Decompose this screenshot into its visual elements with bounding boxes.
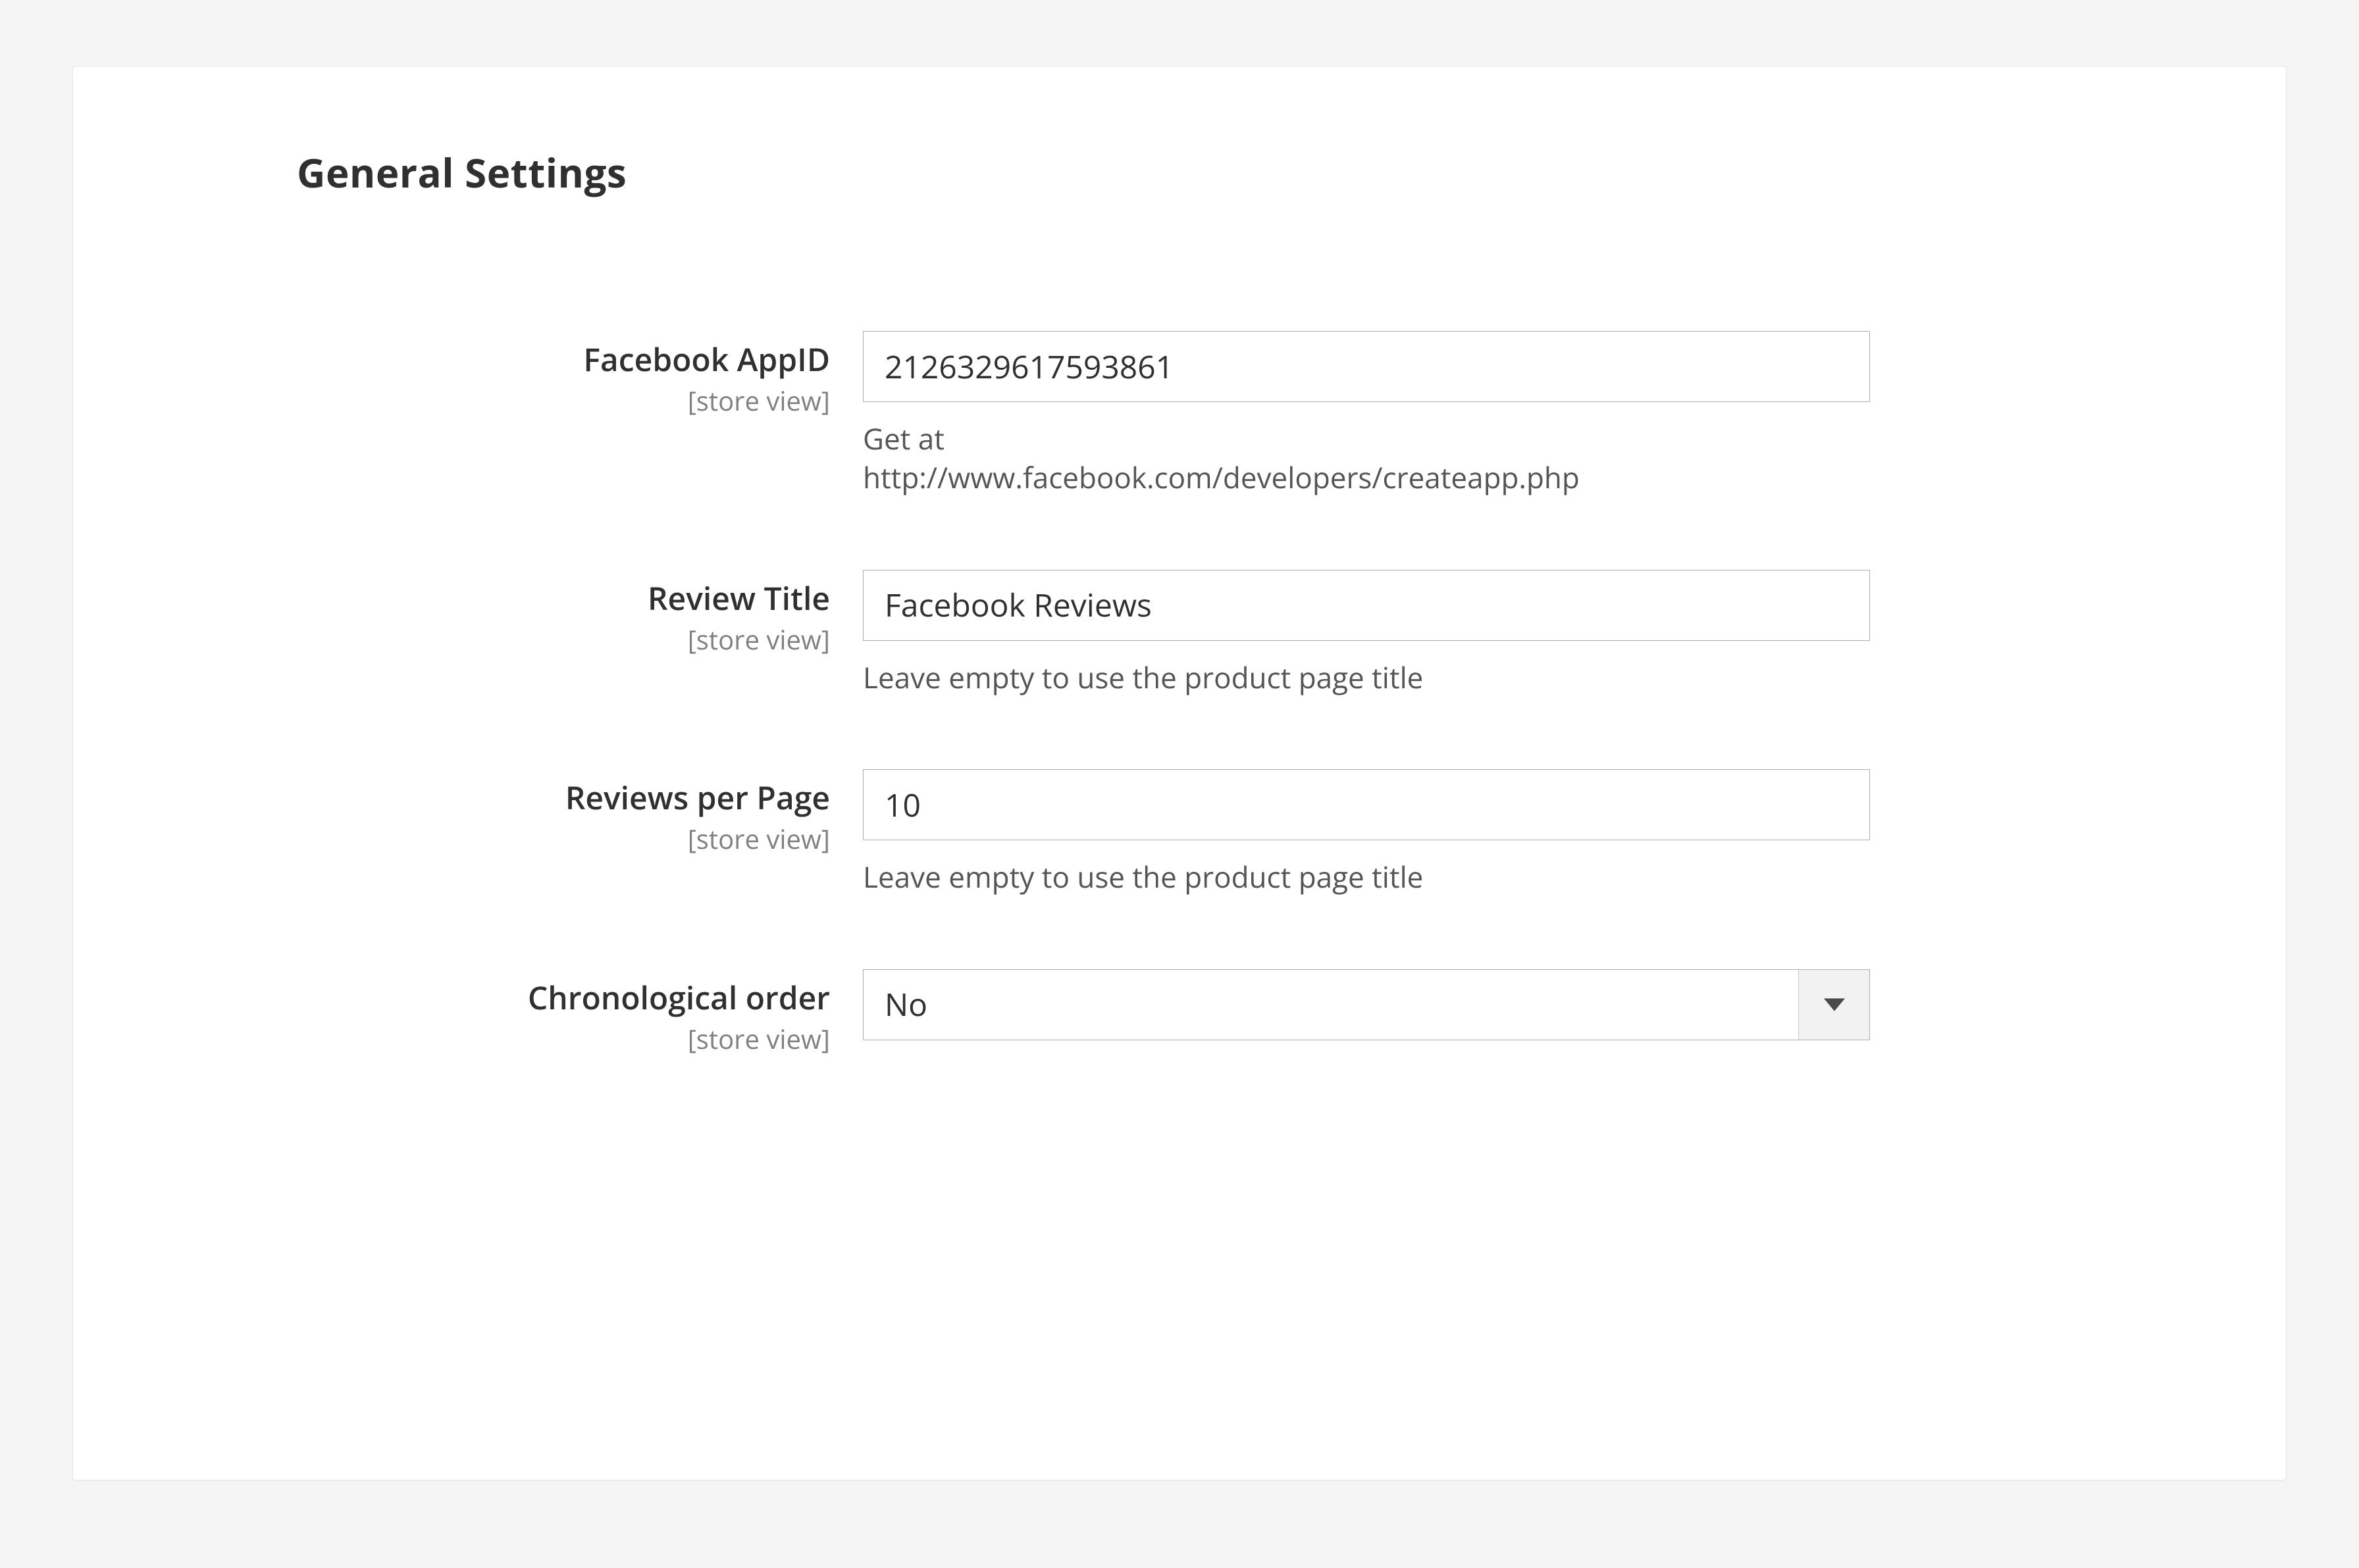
scope-label: [store view] xyxy=(231,382,830,418)
field-col: Leave empty to use the product page titl… xyxy=(863,769,1870,896)
facebook-appid-label: Facebook AppID xyxy=(231,340,830,380)
field-col: Get at http://www.facebook.com/developer… xyxy=(863,331,1870,497)
note-line1: Get at xyxy=(863,418,945,458)
scope-label: [store view] xyxy=(231,821,830,857)
scope-label: [store view] xyxy=(231,1021,830,1057)
row-review-title: Review Title [store view] Leave empty to… xyxy=(231,570,2128,697)
label-col: Review Title [store view] xyxy=(231,570,863,657)
field-col: No xyxy=(863,969,1870,1040)
review-title-input[interactable] xyxy=(863,570,1870,641)
reviews-per-page-note: Leave empty to use the product page titl… xyxy=(863,857,1870,896)
row-reviews-per-page: Reviews per Page [store view] Leave empt… xyxy=(231,769,2128,896)
select-value: No xyxy=(864,970,1798,1040)
label-col: Chronological order [store view] xyxy=(231,969,863,1057)
review-title-label: Review Title xyxy=(231,579,830,619)
field-col: Leave empty to use the product page titl… xyxy=(863,570,1870,697)
review-title-note: Leave empty to use the product page titl… xyxy=(863,658,1870,697)
row-chronological-order: Chronological order [store view] No xyxy=(231,969,2128,1057)
reviews-per-page-input[interactable] xyxy=(863,769,1870,840)
general-settings-panel: General Settings Facebook AppID [store v… xyxy=(72,66,2287,1480)
select-handle[interactable] xyxy=(1798,970,1869,1040)
facebook-appid-note: Get at http://www.facebook.com/developer… xyxy=(863,419,1870,497)
chevron-down-icon xyxy=(1824,994,1845,1015)
row-facebook-appid: Facebook AppID [store view] Get at http:… xyxy=(231,331,2128,497)
scope-label: [store view] xyxy=(231,621,830,657)
label-col: Reviews per Page [store view] xyxy=(231,769,863,857)
panel-title: General Settings xyxy=(297,145,2128,199)
note-line2: http://www.facebook.com/developers/creat… xyxy=(863,457,1580,497)
chronological-order-label: Chronological order xyxy=(231,978,830,1018)
reviews-per-page-label: Reviews per Page xyxy=(231,778,830,818)
facebook-appid-input[interactable] xyxy=(863,331,1870,402)
chronological-order-select[interactable]: No xyxy=(863,969,1870,1040)
label-col: Facebook AppID [store view] xyxy=(231,331,863,418)
